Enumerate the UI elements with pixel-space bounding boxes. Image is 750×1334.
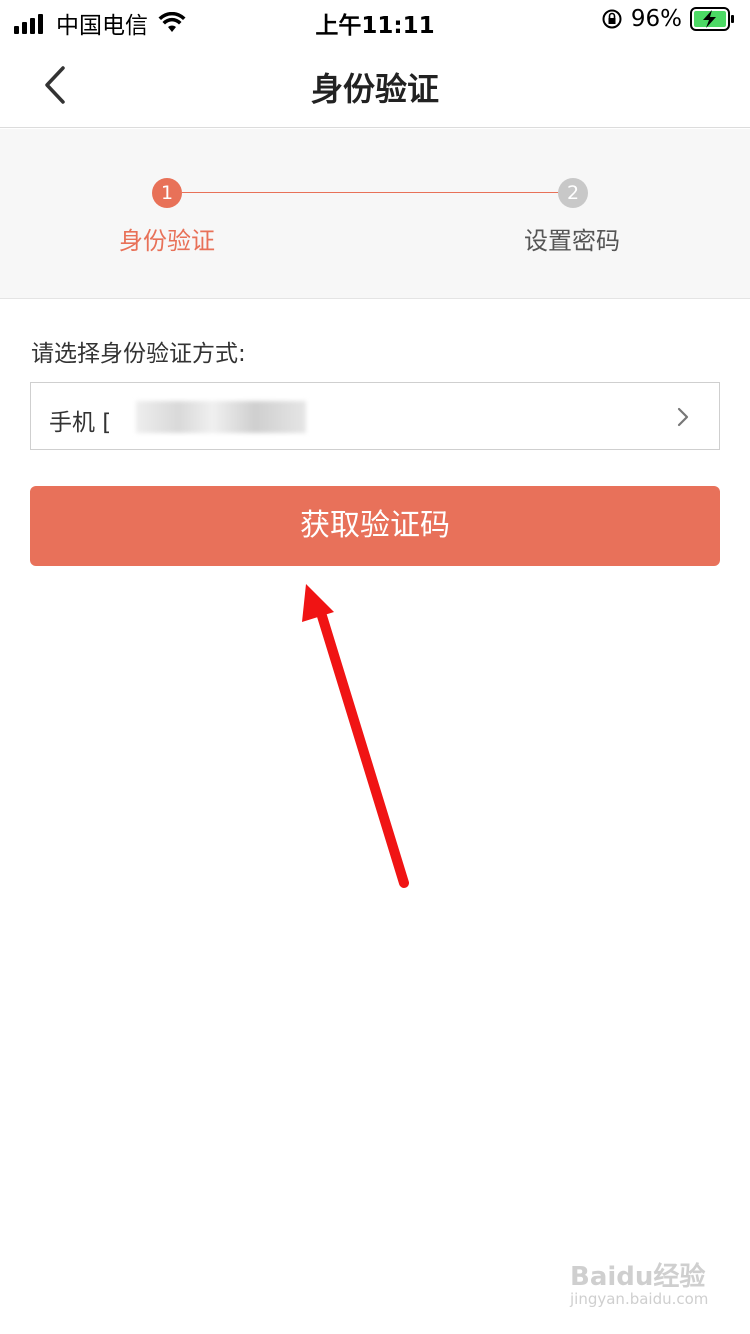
status-bar: 中国电信 上午11:11 96% (0, 0, 750, 40)
step-1-number: 1 (152, 178, 182, 208)
watermark-sub: jingyan.baidu.com (570, 1290, 709, 1308)
step-2-label: 设置密码 (524, 227, 620, 255)
verification-method-select[interactable]: 手机 [ (30, 382, 720, 450)
rotation-lock-icon (602, 9, 622, 29)
step-connector (182, 192, 558, 193)
verification-method-prompt: 请选择身份验证方式: (31, 341, 246, 367)
page-title: 身份验证 (310, 70, 439, 108)
nav-bar: 身份验证 (0, 40, 750, 128)
step-2-number: 2 (558, 178, 588, 208)
battery-charging-icon (690, 7, 734, 31)
watermark-text: Baidu经验 (570, 1262, 706, 1292)
verification-method-value: 手机 [ (49, 410, 112, 436)
masked-phone-number (136, 401, 306, 433)
step-1-label: 身份验证 (119, 227, 215, 255)
chevron-right-icon (677, 407, 689, 427)
status-right: 96% (601, 6, 736, 32)
battery-percent: 96% (630, 6, 682, 32)
get-verification-code-button[interactable]: 获取验证码 (30, 486, 720, 566)
step-indicator: 1 身份验证 2 设置密码 (0, 129, 750, 299)
baidu-watermark: Baidu经验 jingyan.baidu.com (570, 1256, 710, 1316)
